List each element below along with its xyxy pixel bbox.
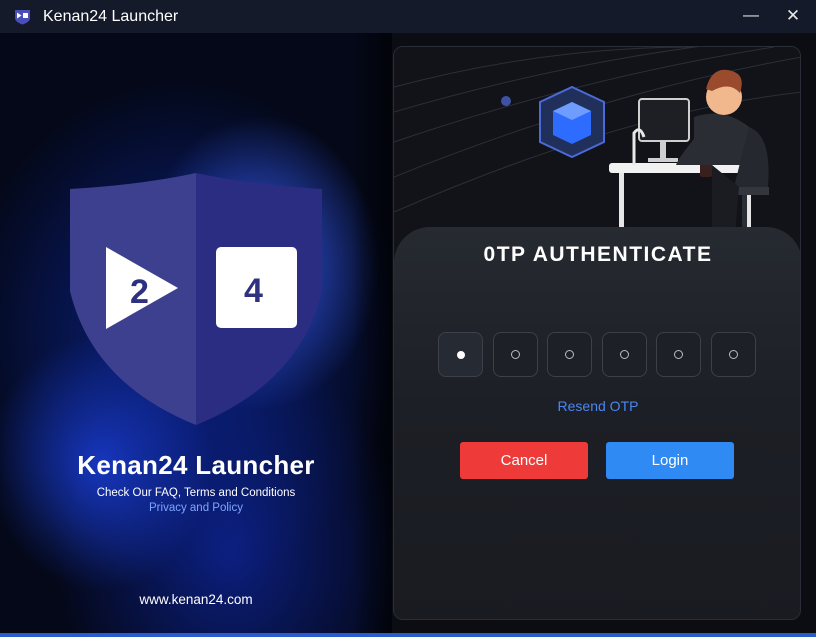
otp-digit-2[interactable] <box>493 332 538 377</box>
logo-digit-right: 4 <box>244 272 263 310</box>
otp-digit-indicator <box>620 350 629 359</box>
window-bottom-border <box>0 633 816 637</box>
title-bar: Kenan24 Launcher — ✕ <box>0 0 816 33</box>
app-logo-icon <box>15 10 30 25</box>
privacy-policy-link[interactable]: Privacy and Policy <box>0 502 392 514</box>
otp-digit-3[interactable] <box>547 332 592 377</box>
otp-card: 0TP AUTHENTICATE Resend OTP Cancel Login <box>393 46 801 620</box>
otp-panel <box>394 227 800 619</box>
minimize-button[interactable]: — <box>728 0 774 33</box>
otp-digit-5[interactable] <box>656 332 701 377</box>
logo-digit-left: 2 <box>130 273 149 311</box>
close-button[interactable]: ✕ <box>770 0 816 33</box>
otp-digit-indicator <box>456 350 465 359</box>
faq-terms-link[interactable]: Check Our FAQ, Terms and Conditions <box>0 487 392 499</box>
otp-digit-indicator <box>511 350 520 359</box>
otp-input-group <box>438 332 756 377</box>
resend-otp-link[interactable]: Resend OTP <box>394 398 800 414</box>
otp-digit-1[interactable] <box>438 332 483 377</box>
website-link[interactable]: www.kenan24.com <box>0 592 392 607</box>
otp-digit-indicator <box>674 350 683 359</box>
otp-title: 0TP AUTHENTICATE <box>483 243 713 266</box>
otp-digit-6[interactable] <box>711 332 756 377</box>
otp-digit-indicator <box>565 350 574 359</box>
app-name-heading: Kenan24 Launcher <box>77 450 315 480</box>
hero-illustration <box>394 47 800 247</box>
otp-digit-indicator <box>729 350 738 359</box>
shield-logo: 2 4 <box>70 173 322 425</box>
login-button[interactable]: Login <box>606 442 734 479</box>
otp-digit-4[interactable] <box>602 332 647 377</box>
window-title: Kenan24 Launcher <box>43 8 179 25</box>
panel-edge-shade <box>352 33 392 637</box>
cancel-button[interactable]: Cancel <box>460 442 588 479</box>
cube-icon <box>539 85 605 159</box>
branding-panel: 2 4 Kenan24 Launcher Check Our FAQ, Term… <box>0 33 392 637</box>
glow-dot <box>501 96 511 106</box>
